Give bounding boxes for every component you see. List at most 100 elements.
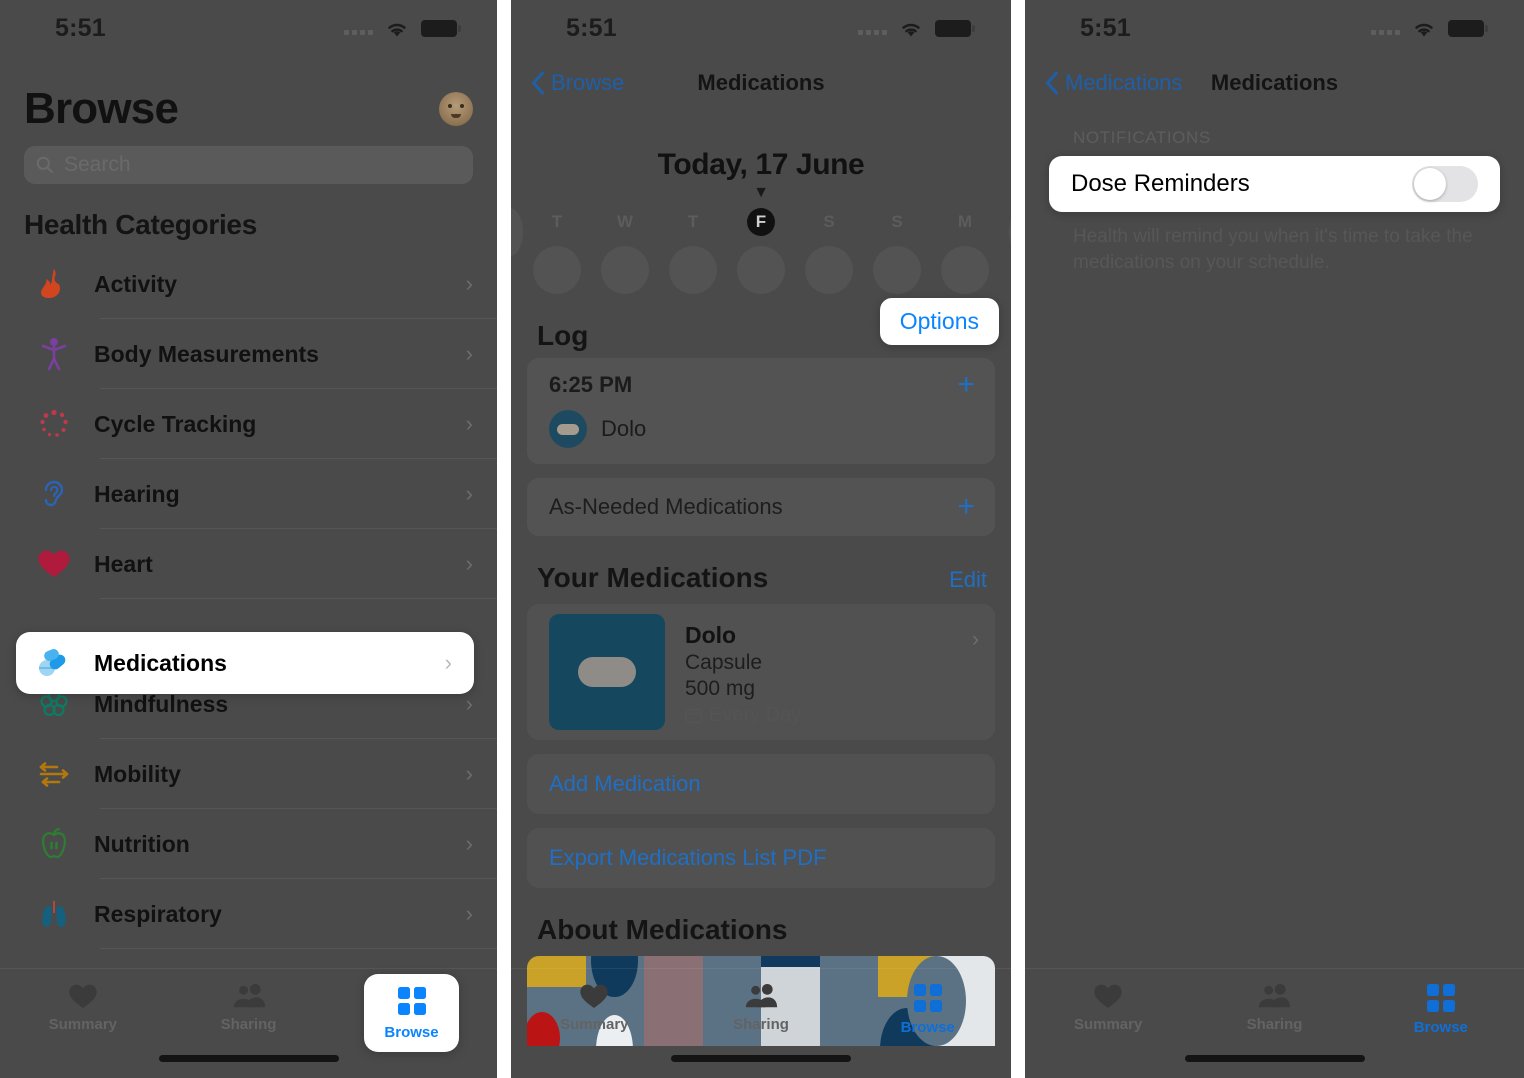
tab-browse[interactable]: Browse bbox=[1358, 983, 1524, 1036]
day-cell[interactable]: W bbox=[601, 208, 649, 294]
tab-sharing[interactable]: Sharing bbox=[166, 983, 332, 1033]
browse-header: Browse bbox=[0, 56, 497, 138]
export-medications-pdf-button[interactable]: Export Medications List PDF bbox=[527, 828, 995, 888]
chevron-right-icon: › bbox=[465, 411, 473, 436]
back-label: Browse bbox=[551, 70, 625, 95]
day-cell[interactable]: S bbox=[873, 208, 921, 294]
calendar-icon bbox=[685, 708, 702, 724]
sidebar-item-activity[interactable]: Activity › bbox=[0, 249, 497, 319]
day-letter: W bbox=[616, 212, 634, 231]
signal-dots-icon bbox=[858, 21, 887, 35]
heart-icon bbox=[34, 549, 74, 579]
week-edge bbox=[511, 208, 523, 256]
dose-reminders-toggle[interactable] bbox=[1412, 166, 1478, 202]
day-dot bbox=[533, 246, 581, 294]
day-dot bbox=[941, 246, 989, 294]
health-categories-list: Activity › Body Measurements › Cycle Tra… bbox=[0, 249, 497, 949]
tab-label: Browse bbox=[900, 1019, 955, 1036]
day-cell[interactable]: S bbox=[805, 208, 853, 294]
battery-icon bbox=[421, 19, 461, 37]
day-letter: S bbox=[823, 212, 835, 231]
day-cell[interactable]: M bbox=[941, 208, 989, 294]
medication-form: Capsule bbox=[685, 651, 763, 674]
day-dot bbox=[737, 246, 785, 294]
your-medications-header-row: Your Medications Edit bbox=[511, 536, 1011, 604]
tab-browse[interactable]: Browse bbox=[844, 983, 1011, 1036]
caret-down-icon: ▼ bbox=[753, 184, 769, 201]
profile-avatar[interactable] bbox=[439, 92, 473, 126]
tab-label: Summary bbox=[1073, 1016, 1143, 1033]
log-header-row: Log Options bbox=[511, 294, 1011, 358]
home-indicator bbox=[158, 1055, 339, 1062]
back-button[interactable]: Browse bbox=[531, 70, 624, 96]
chevron-left-icon bbox=[532, 71, 544, 95]
day-dot bbox=[669, 246, 717, 294]
search-input[interactable]: Search bbox=[24, 146, 473, 184]
tab-label: Browse bbox=[1413, 1019, 1468, 1036]
sidebar-item-label: Body Measurements bbox=[94, 340, 319, 367]
signal-dots-icon bbox=[1371, 21, 1400, 35]
tab-summary[interactable]: Summary bbox=[1025, 983, 1191, 1033]
tab-summary[interactable]: Summary bbox=[511, 983, 678, 1033]
tab-label: Sharing bbox=[733, 1016, 789, 1033]
people-icon bbox=[1259, 983, 1291, 1008]
sidebar-item-label: Hearing bbox=[94, 480, 180, 507]
sidebar-item-hearing[interactable]: Hearing › bbox=[0, 459, 497, 529]
sidebar-item-mobility[interactable]: Mobility › bbox=[0, 739, 497, 809]
back-label: Medications bbox=[1065, 70, 1183, 95]
tab-sharing[interactable]: Sharing bbox=[678, 983, 845, 1033]
chevron-right-icon: › bbox=[465, 481, 473, 506]
capsule-icon bbox=[549, 410, 587, 448]
lungs-icon bbox=[34, 898, 74, 930]
as-needed-medications-row[interactable]: As-Needed Medications + bbox=[527, 478, 995, 536]
capsule-icon bbox=[549, 614, 665, 730]
sidebar-item-body-measurements[interactable]: Body Measurements › bbox=[0, 319, 497, 389]
chevron-left-icon bbox=[1046, 71, 1058, 95]
sidebar-item-respiratory[interactable]: Respiratory › bbox=[0, 879, 497, 949]
date-title[interactable]: Today, 17 June bbox=[511, 110, 1011, 182]
tab-sharing[interactable]: Sharing bbox=[1191, 983, 1357, 1033]
day-cell-selected[interactable]: F bbox=[737, 208, 785, 294]
about-medications-header: About Medications bbox=[537, 914, 788, 945]
your-medications-header: Your Medications bbox=[537, 562, 769, 593]
sidebar-item-nutrition[interactable]: Nutrition › bbox=[0, 809, 497, 879]
heart-icon bbox=[1094, 984, 1122, 1008]
day-cell[interactable]: T bbox=[533, 208, 581, 294]
phone-panel-medications: 5:51 Browse Medications Today, 17 June ▼… bbox=[511, 0, 1011, 1078]
heart-icon bbox=[580, 984, 609, 1008]
add-medication-button[interactable]: Add Medication bbox=[527, 754, 995, 814]
medication-row[interactable]: Dolo Capsule 500 mg Every Day › bbox=[527, 604, 995, 740]
sidebar-item-label: Mindfulness bbox=[94, 690, 229, 717]
people-icon bbox=[745, 983, 778, 1008]
page-title: Browse bbox=[24, 84, 179, 133]
sidebar-item-cycle-tracking[interactable]: Cycle Tracking › bbox=[0, 389, 497, 459]
tab-browse[interactable]: Browse bbox=[364, 974, 459, 1052]
plus-icon[interactable]: + bbox=[957, 370, 975, 400]
log-entry-med: Dolo bbox=[549, 398, 975, 448]
wifi-icon bbox=[384, 19, 410, 38]
plus-icon[interactable]: + bbox=[957, 492, 975, 522]
log-entry[interactable]: 6:25 PM + Dolo bbox=[527, 358, 995, 464]
log-header: Log bbox=[537, 320, 589, 351]
battery-icon bbox=[1448, 19, 1488, 37]
sidebar-item-heart[interactable]: Heart › bbox=[0, 529, 497, 599]
people-icon bbox=[233, 983, 265, 1008]
status-bar: 5:51 bbox=[1025, 0, 1524, 56]
dose-reminders-row[interactable]: Dose Reminders bbox=[1049, 156, 1500, 212]
signal-dots-icon bbox=[344, 21, 373, 35]
wifi-icon bbox=[898, 19, 924, 38]
edit-button[interactable]: Edit bbox=[949, 567, 987, 593]
options-button[interactable]: Options bbox=[879, 298, 999, 345]
tab-summary[interactable]: Summary bbox=[0, 983, 166, 1033]
tab-bar: Summary Sharing Browse bbox=[1025, 968, 1524, 1078]
back-button[interactable]: Medications bbox=[1045, 70, 1182, 96]
day-dot bbox=[601, 246, 649, 294]
toggle-knob bbox=[1414, 168, 1446, 200]
sidebar-item-label: Heart bbox=[94, 550, 153, 577]
chevron-right-icon: › bbox=[465, 761, 473, 786]
day-cell[interactable]: T bbox=[669, 208, 717, 294]
grid-icon bbox=[913, 984, 942, 1012]
day-letter: S bbox=[891, 212, 903, 231]
nav-bar: Medications Medications bbox=[1025, 56, 1524, 110]
sidebar-item-medications[interactable]: Medications › bbox=[16, 632, 474, 694]
